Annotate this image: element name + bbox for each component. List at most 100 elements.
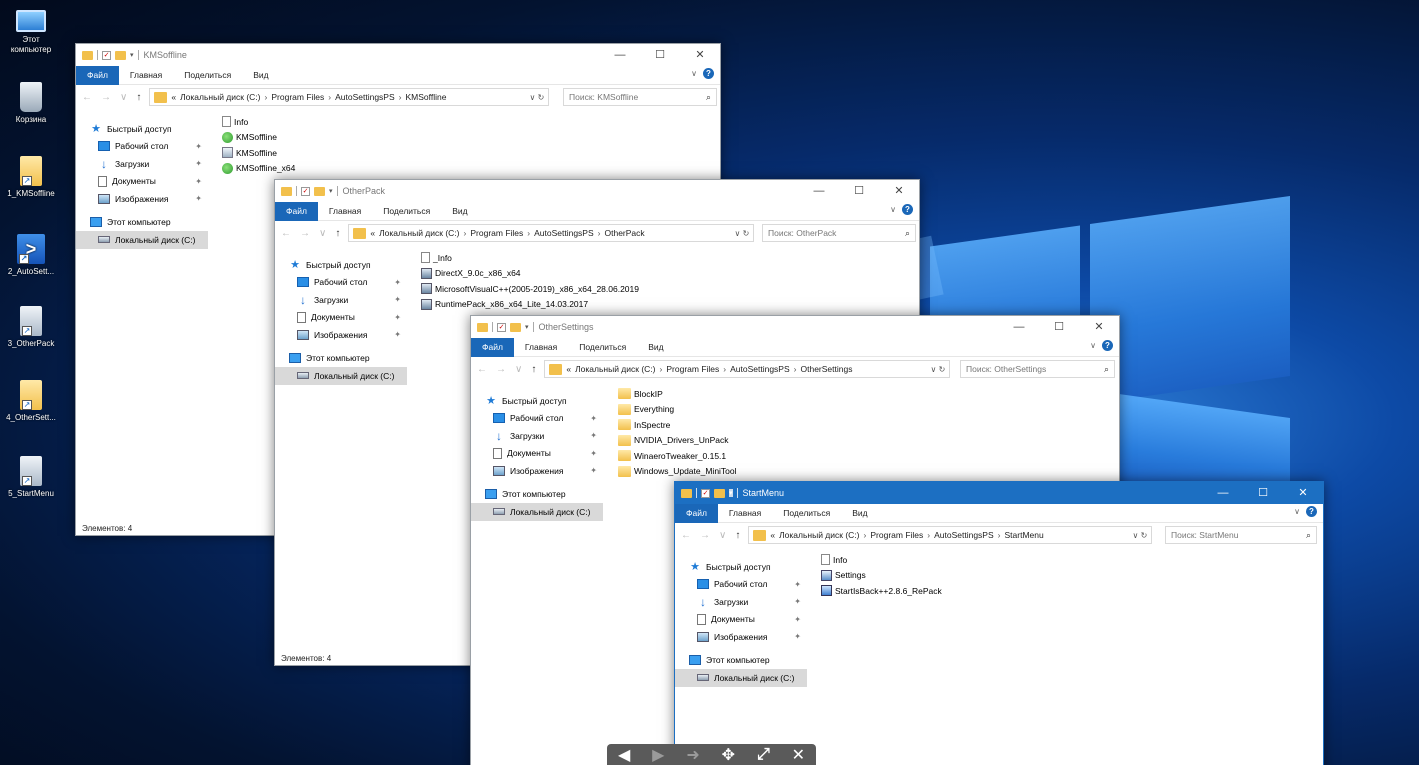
maximize-button[interactable]: ☐	[640, 44, 680, 66]
tab-file[interactable]: Файл	[675, 503, 718, 523]
desktop-icon-otherpack[interactable]: ↗ 3_OtherPack	[2, 306, 60, 349]
list-item[interactable]: _Info	[421, 250, 639, 266]
breadcrumb[interactable]: Локальный диск (C:)	[575, 364, 655, 374]
back-arrow-icon[interactable]: ←	[82, 92, 92, 103]
nav-documents[interactable]: Документы ✦	[275, 309, 407, 327]
chevron-down-icon[interactable]: ∨	[515, 364, 522, 375]
help-icon[interactable]: ?	[1102, 340, 1113, 351]
tab-share[interactable]: Поделиться	[772, 508, 841, 518]
breadcrumb[interactable]: KMSoffline	[406, 92, 447, 102]
tab-share[interactable]: Поделиться	[568, 342, 637, 352]
desktop-icon-recycle-bin[interactable]: Корзина	[2, 82, 60, 125]
address-path[interactable]: « Локальный диск (C:) › Program Files › Au…	[348, 224, 755, 242]
chevron-down-icon[interactable]: ∨	[1090, 341, 1096, 350]
next-icon[interactable]: ➜	[686, 745, 699, 765]
forward-arrow-icon[interactable]: →	[700, 530, 710, 541]
breadcrumb[interactable]: Локальный диск (C:)	[180, 92, 260, 102]
breadcrumb[interactable]: Program Files	[470, 228, 523, 238]
chevron-down-icon[interactable]: ▾	[729, 489, 733, 497]
list-item[interactable]: MicrosoftVisualC++(2005-2019)_x86_x64_28…	[421, 281, 639, 297]
close-button[interactable]: ✕	[1079, 316, 1119, 338]
chevron-down-icon[interactable]: ∨	[120, 92, 127, 103]
nav-desktop[interactable]: Рабочий стол ✦	[471, 410, 603, 428]
new-folder-icon[interactable]	[714, 488, 725, 498]
nav-documents[interactable]: Документы ✦	[471, 445, 603, 463]
maximize-button[interactable]: ☐	[1039, 316, 1079, 338]
list-item[interactable]: Settings	[821, 568, 942, 584]
desktop-icon-othersettings[interactable]: ↗ 4_OtherSett...	[2, 380, 60, 423]
nav-local-disk[interactable]: Локальный диск (C:)	[471, 503, 603, 521]
move-icon[interactable]: ✥	[722, 745, 735, 765]
play-icon[interactable]: ▶	[652, 745, 664, 765]
nav-pictures[interactable]: Изображения ✦	[76, 190, 208, 208]
resize-icon[interactable]: ⤢	[757, 746, 770, 764]
forward-arrow-icon[interactable]: →	[300, 228, 310, 239]
nav-desktop[interactable]: Рабочий стол ✦	[675, 576, 807, 594]
tab-home[interactable]: Главная	[718, 508, 772, 518]
list-item[interactable]: RuntimePack_x86_x64_Lite_14.03.2017	[421, 297, 639, 313]
previous-icon[interactable]: ◀	[618, 745, 630, 765]
desktop-icon-this-pc[interactable]: Этот компьютер	[2, 6, 60, 55]
desktop-icon-startmenu[interactable]: ↗ 5_StartMenu	[2, 456, 60, 499]
nav-downloads[interactable]: ↓ Загрузки ✦	[76, 155, 208, 173]
new-folder-icon[interactable]	[115, 50, 126, 60]
minimize-button[interactable]: —	[600, 44, 640, 66]
back-arrow-icon[interactable]: ←	[281, 228, 291, 239]
properties-icon[interactable]: ✓	[102, 50, 111, 60]
search-input[interactable]: Поиск: StartMenu ⌕	[1165, 526, 1317, 544]
up-arrow-icon[interactable]: ↑	[531, 364, 536, 375]
chevron-down-icon[interactable]: ∨	[719, 530, 726, 541]
minimize-button[interactable]: —	[1203, 482, 1243, 504]
tab-file[interactable]: Файл	[275, 201, 318, 221]
tab-home[interactable]: Главная	[318, 206, 372, 216]
nav-quick-access[interactable]: ★ Быстрый доступ	[275, 256, 407, 274]
nav-quick-access[interactable]: ★ Быстрый доступ	[675, 558, 807, 576]
breadcrumb[interactable]: AutoSettingsPS	[934, 530, 994, 540]
nav-downloads[interactable]: ↓ Загрузки ✦	[275, 291, 407, 309]
nav-this-pc[interactable]: Этот компьютер	[275, 350, 407, 368]
chevron-down-icon[interactable]: ▾	[329, 187, 333, 195]
nav-local-disk[interactable]: Локальный диск (C:)	[275, 367, 407, 385]
minimize-button[interactable]: —	[999, 316, 1039, 338]
refresh-icon[interactable]: ∨ ↻	[735, 229, 750, 238]
close-icon[interactable]: ✕	[792, 745, 805, 765]
address-path[interactable]: « Локальный диск (C:) › Program Files › Au…	[544, 360, 951, 378]
tab-home[interactable]: Главная	[119, 70, 173, 80]
help-icon[interactable]: ?	[902, 204, 913, 215]
help-icon[interactable]: ?	[703, 68, 714, 79]
list-item[interactable]: BlockIP	[618, 386, 737, 402]
forward-arrow-icon[interactable]: →	[496, 364, 506, 375]
tab-view[interactable]: Вид	[441, 206, 478, 216]
forward-arrow-icon[interactable]: →	[101, 92, 111, 103]
refresh-icon[interactable]: ∨ ↻	[530, 93, 545, 102]
list-item[interactable]: Everything	[618, 402, 737, 418]
title-bar[interactable]: ✓ ▾ OtherPack — ☐ ✕	[275, 180, 919, 202]
chevron-down-icon[interactable]: ▾	[130, 51, 134, 59]
breadcrumb[interactable]: StartMenu	[1005, 530, 1044, 540]
desktop-icon-autosettings[interactable]: > ↗ 2_AutoSett...	[2, 234, 60, 277]
tab-home[interactable]: Главная	[514, 342, 568, 352]
breadcrumb[interactable]: Локальный диск (C:)	[779, 530, 859, 540]
nav-pictures[interactable]: Изображения ✦	[275, 326, 407, 344]
close-button[interactable]: ✕	[879, 180, 919, 202]
list-item[interactable]: NVIDIA_Drivers_UnPack	[618, 433, 737, 449]
list-item[interactable]: InSpectre	[618, 417, 737, 433]
breadcrumb[interactable]: Program Files	[870, 530, 923, 540]
list-item[interactable]: Windows_Update_MiniTool	[618, 464, 737, 480]
list-item[interactable]: StartIsBack++2.8.6_RePack	[821, 583, 942, 599]
refresh-icon[interactable]: ∨ ↻	[931, 365, 946, 374]
list-item[interactable]: DirectX_9.0c_x86_x64	[421, 266, 639, 282]
close-button[interactable]: ✕	[680, 44, 720, 66]
up-arrow-icon[interactable]: ↑	[335, 228, 340, 239]
nav-this-pc[interactable]: Этот компьютер	[76, 214, 208, 232]
chevron-down-icon[interactable]: ∨	[691, 69, 697, 78]
list-item[interactable]: KMSoffline_x64	[222, 161, 295, 177]
list-item[interactable]: Info	[821, 552, 942, 568]
address-path[interactable]: « Локальный диск (C:) › Program Files › Au…	[748, 526, 1153, 544]
search-input[interactable]: Поиск: OtherSettings ⌕	[960, 360, 1115, 378]
maximize-button[interactable]: ☐	[1243, 482, 1283, 504]
tab-view[interactable]: Вид	[637, 342, 674, 352]
nav-local-disk[interactable]: Локальный диск (C:)	[76, 231, 208, 249]
breadcrumb[interactable]: Локальный диск (C:)	[379, 228, 459, 238]
nav-downloads[interactable]: ↓ Загрузки ✦	[675, 593, 807, 611]
